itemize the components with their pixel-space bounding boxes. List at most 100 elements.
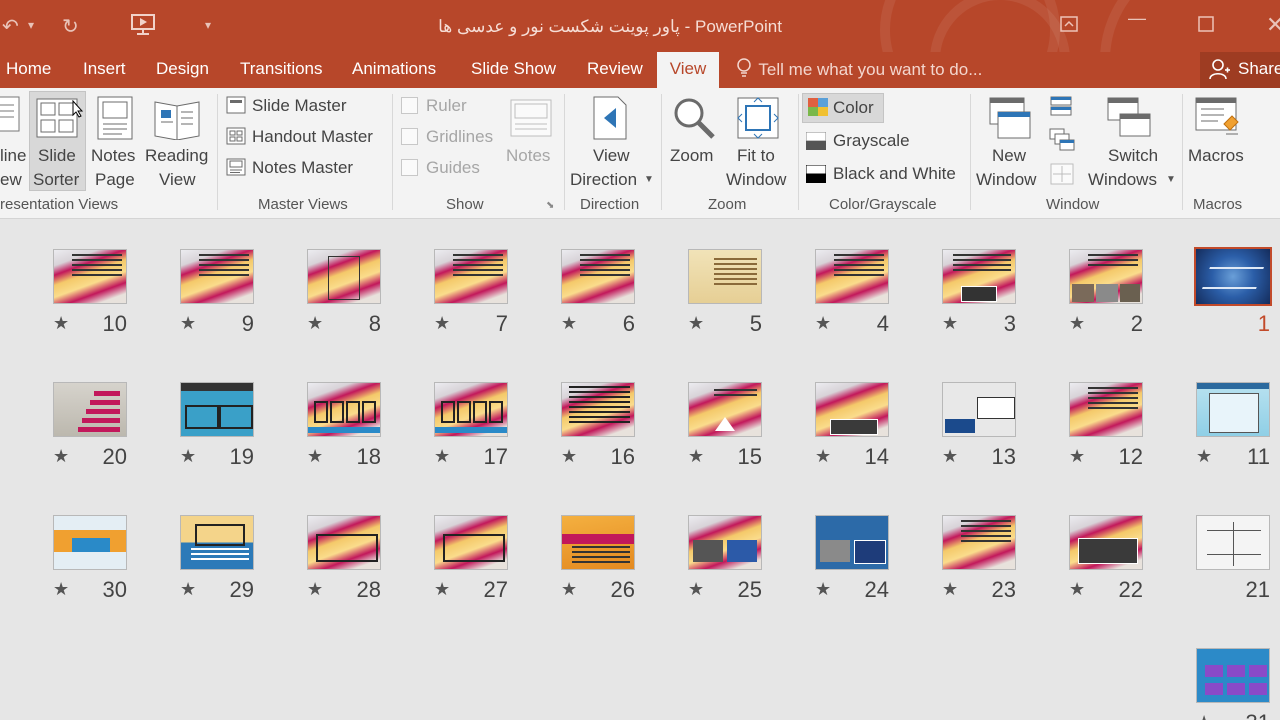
tell-me-box[interactable]: Tell me what you want to do...: [736, 52, 982, 88]
cascade-button[interactable]: [1049, 128, 1075, 152]
animation-star-icon[interactable]: ★: [307, 313, 323, 334]
slide-thumbnail[interactable]: [688, 249, 762, 304]
animation-star-icon[interactable]: ★: [815, 579, 831, 600]
slide-thumbnail[interactable]: [942, 249, 1016, 304]
animation-star-icon[interactable]: ★: [1196, 712, 1212, 720]
animation-star-icon[interactable]: ★: [688, 446, 704, 467]
tab-view[interactable]: View: [657, 52, 719, 88]
slide-thumbnail[interactable]: [688, 515, 762, 570]
slide-thumbnail[interactable]: [53, 382, 127, 437]
grayscale-button[interactable]: Grayscale: [806, 128, 956, 154]
slide-thumbnail[interactable]: [180, 249, 254, 304]
minimize-icon[interactable]: —: [1128, 8, 1146, 29]
slide-thumbnail[interactable]: [1069, 382, 1143, 437]
slide-thumbnail[interactable]: [53, 515, 127, 570]
guides-checkbox[interactable]: Guides: [401, 156, 501, 180]
tab-insert[interactable]: Insert: [83, 52, 126, 88]
slide-thumbnail[interactable]: [307, 382, 381, 437]
new-window-button[interactable]: New Window: [974, 92, 1046, 192]
undo-icon[interactable]: ↶: [2, 14, 19, 39]
slide-thumbnail[interactable]: [815, 515, 889, 570]
handout-master-button[interactable]: Handout Master: [226, 125, 386, 149]
animation-star-icon[interactable]: ★: [561, 446, 577, 467]
redo-icon[interactable]: ↻: [62, 14, 79, 39]
animation-star-icon[interactable]: ★: [434, 579, 450, 600]
macros-button[interactable]: Macros: [1186, 92, 1250, 192]
slide-thumbnail[interactable]: [1194, 247, 1272, 306]
slide-thumbnail[interactable]: [815, 382, 889, 437]
animation-star-icon[interactable]: ★: [561, 313, 577, 334]
animation-star-icon[interactable]: ★: [180, 579, 196, 600]
move-split-button[interactable]: [1049, 162, 1075, 186]
slide-thumbnail[interactable]: [1196, 515, 1270, 570]
slide-thumbnail[interactable]: [434, 249, 508, 304]
color-button[interactable]: Color: [802, 93, 884, 123]
slide-thumbnail[interactable]: [434, 515, 508, 570]
slide-thumbnail[interactable]: [180, 515, 254, 570]
animation-star-icon[interactable]: ★: [942, 446, 958, 467]
slide-thumbnail[interactable]: [815, 249, 889, 304]
animation-star-icon[interactable]: ★: [434, 446, 450, 467]
tab-review[interactable]: Review: [587, 52, 643, 88]
animation-star-icon[interactable]: ★: [434, 313, 450, 334]
animation-star-icon[interactable]: ★: [815, 313, 831, 334]
black-white-button[interactable]: Black and White: [806, 161, 966, 187]
slide-thumbnail[interactable]: [561, 249, 635, 304]
tab-animations[interactable]: Animations: [352, 52, 436, 88]
ruler-checkbox[interactable]: Ruler: [401, 94, 501, 118]
tab-slide-show[interactable]: Slide Show: [471, 52, 556, 88]
tab-design[interactable]: Design: [156, 52, 209, 88]
reading-view-button[interactable]: Reading View: [145, 92, 213, 192]
animation-star-icon[interactable]: ★: [307, 579, 323, 600]
fit-to-window-button[interactable]: Fit to Window: [724, 92, 794, 192]
presentation-icon[interactable]: [130, 12, 156, 42]
slide-thumbnail[interactable]: [434, 382, 508, 437]
undo-dropdown-icon[interactable]: ▾: [28, 18, 34, 32]
switch-windows-button[interactable]: Switch Windows ▼: [1082, 92, 1178, 192]
tab-home[interactable]: Home: [6, 52, 51, 88]
slide-thumbnail[interactable]: [307, 249, 381, 304]
notes-page-button[interactable]: Notes Page: [88, 92, 142, 192]
slide-master-button[interactable]: Slide Master: [226, 94, 386, 118]
animation-star-icon[interactable]: ★: [53, 446, 69, 467]
animation-star-icon[interactable]: ★: [1196, 446, 1212, 467]
view-direction-button[interactable]: View Direction ▼: [568, 92, 656, 192]
slide-thumbnail[interactable]: [1196, 648, 1270, 703]
dialog-launcher-icon[interactable]: ⬊: [546, 200, 554, 211]
notes-master-button[interactable]: Notes Master: [226, 156, 386, 180]
slide-thumbnail[interactable]: [561, 515, 635, 570]
tab-transitions[interactable]: Transitions: [240, 52, 323, 88]
slide-thumbnail[interactable]: [942, 515, 1016, 570]
animation-star-icon[interactable]: ★: [1069, 446, 1085, 467]
slide-thumbnail[interactable]: [1196, 382, 1270, 437]
animation-star-icon[interactable]: ★: [180, 446, 196, 467]
chevron-down-icon[interactable]: ▾: [205, 18, 211, 32]
animation-star-icon[interactable]: ★: [307, 446, 323, 467]
animation-star-icon[interactable]: ★: [53, 313, 69, 334]
slide-thumbnail[interactable]: [1069, 515, 1143, 570]
arrange-all-button[interactable]: [1049, 96, 1075, 118]
animation-star-icon[interactable]: ★: [942, 313, 958, 334]
animation-star-icon[interactable]: ★: [53, 579, 69, 600]
zoom-button[interactable]: Zoom: [666, 92, 722, 192]
slide-thumbnail[interactable]: [1069, 249, 1143, 304]
maximize-icon[interactable]: [1198, 16, 1214, 37]
gridlines-checkbox[interactable]: Gridlines: [401, 125, 501, 149]
share-button[interactable]: Share: [1200, 52, 1280, 88]
ribbon-display-icon[interactable]: [1060, 16, 1078, 37]
animation-star-icon[interactable]: ★: [815, 446, 831, 467]
animation-star-icon[interactable]: ★: [688, 313, 704, 334]
outline-view-button[interactable]: line ew: [0, 92, 28, 192]
animation-star-icon[interactable]: ★: [942, 579, 958, 600]
close-icon[interactable]: ✕: [1266, 12, 1280, 38]
animation-star-icon[interactable]: ★: [561, 579, 577, 600]
animation-star-icon[interactable]: ★: [180, 313, 196, 334]
animation-star-icon[interactable]: ★: [1069, 313, 1085, 334]
notes-button[interactable]: Notes: [503, 92, 559, 172]
slide-thumbnail[interactable]: [307, 515, 381, 570]
animation-star-icon[interactable]: ★: [688, 579, 704, 600]
slide-thumbnail[interactable]: [942, 382, 1016, 437]
animation-star-icon[interactable]: ★: [1069, 579, 1085, 600]
slide-thumbnail[interactable]: [180, 382, 254, 437]
slide-thumbnail[interactable]: [688, 382, 762, 437]
